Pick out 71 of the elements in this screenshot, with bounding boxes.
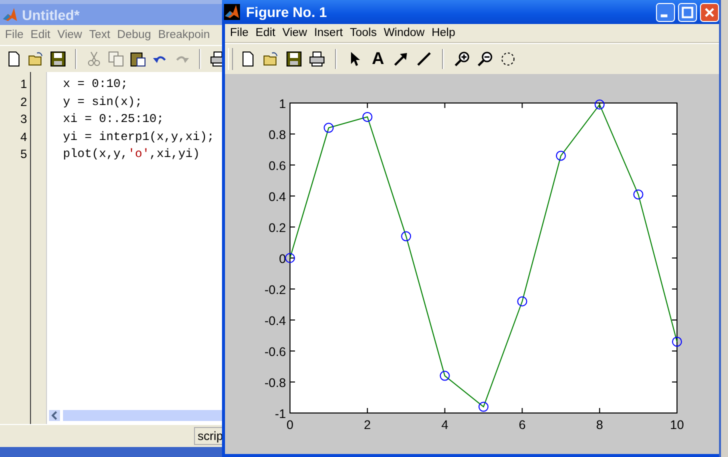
y-tick-label: -0.2 (264, 283, 286, 297)
menu-item[interactable]: Help (430, 27, 460, 39)
data-marker (324, 122, 334, 133)
code-line: yi = interp1(x,y,xi); (62, 128, 216, 146)
printer-icon[interactable] (309, 51, 325, 67)
menu-item[interactable]: Edit (254, 27, 280, 39)
data-marker (594, 100, 605, 110)
menu-item[interactable]: Text (86, 29, 114, 41)
rotate-icon[interactable] (500, 51, 516, 67)
new-file-icon[interactable] (6, 51, 22, 67)
y-tick-label: 0 (279, 252, 286, 266)
data-marker (362, 112, 372, 122)
y-tick-label: 0.4 (268, 190, 286, 204)
x-tick-label: 2 (364, 418, 371, 432)
y-tick-label: 1 (279, 97, 286, 111)
y-tick-label: -1 (274, 407, 286, 421)
x-tick-label: 10 (670, 418, 684, 432)
window-title: Untitled* (22, 6, 80, 22)
data-marker (285, 253, 295, 263)
data-marker (478, 402, 488, 412)
menu-item[interactable]: View (280, 27, 312, 39)
data-marker (440, 370, 450, 381)
x-tick-label: 6 (518, 418, 526, 432)
line-icon[interactable] (416, 51, 432, 67)
maximize-icon[interactable] (678, 2, 697, 22)
code-line: x = 0:10; (62, 76, 129, 93)
y-tick-label: -0.6 (264, 345, 286, 359)
menu-item[interactable]: Edit (28, 29, 54, 41)
folder-icon[interactable] (263, 51, 279, 67)
x-tick-label: 8 (596, 418, 604, 432)
y-tick-label: -0.4 (264, 314, 286, 328)
x-tick-label: 0 (286, 418, 294, 432)
y-tick-label: 0.8 (268, 128, 286, 142)
data-marker (672, 336, 682, 347)
data-marker (401, 231, 412, 242)
scroll-left-icon[interactable] (49, 410, 60, 421)
menu-item[interactable]: Tools (348, 27, 382, 39)
data-marker (517, 296, 528, 306)
menu-item[interactable]: Debug (114, 29, 156, 41)
data-marker (633, 189, 644, 200)
y-tick-label: 0.2 (268, 221, 286, 235)
line-number: 4 (20, 128, 28, 146)
menu-item[interactable]: Breakpoin (155, 29, 214, 41)
line-number: 3 (20, 111, 28, 128)
y-tick-label: 0.6 (268, 159, 286, 173)
line-number: 2 (20, 94, 28, 110)
folder-icon[interactable] (28, 51, 44, 67)
menu-item[interactable]: File (228, 27, 254, 39)
line-number: 1 (20, 76, 28, 93)
line-number: 5 (20, 146, 28, 163)
logo-icon (2, 6, 18, 22)
menu-item[interactable]: Window (382, 27, 430, 39)
menu-item[interactable]: File (2, 29, 28, 41)
zoom-in-icon[interactable] (454, 51, 470, 67)
clipboard-icon[interactable] (130, 51, 146, 67)
code-line: y = sin(x); (62, 94, 144, 110)
menu-item[interactable]: Insert (312, 27, 348, 39)
y-tick-label: -0.8 (264, 376, 286, 390)
menu-item[interactable]: View (54, 29, 86, 41)
code-line: xi = 0:.25:10; (62, 111, 165, 128)
window-title: Figure No. 1 (246, 4, 327, 20)
text-tool[interactable]: A (370, 49, 386, 69)
close-icon[interactable] (700, 2, 719, 22)
x-tick-label: 4 (441, 418, 448, 432)
code-line: plot(x,y,'o',xi,yi) (62, 146, 201, 163)
new-file-icon[interactable] (240, 51, 256, 67)
data-marker (556, 150, 566, 161)
zoom-out-icon[interactable] (477, 51, 493, 67)
arrow-icon[interactable] (393, 51, 409, 67)
minimize-icon[interactable] (656, 2, 675, 22)
logo-icon (224, 4, 240, 20)
